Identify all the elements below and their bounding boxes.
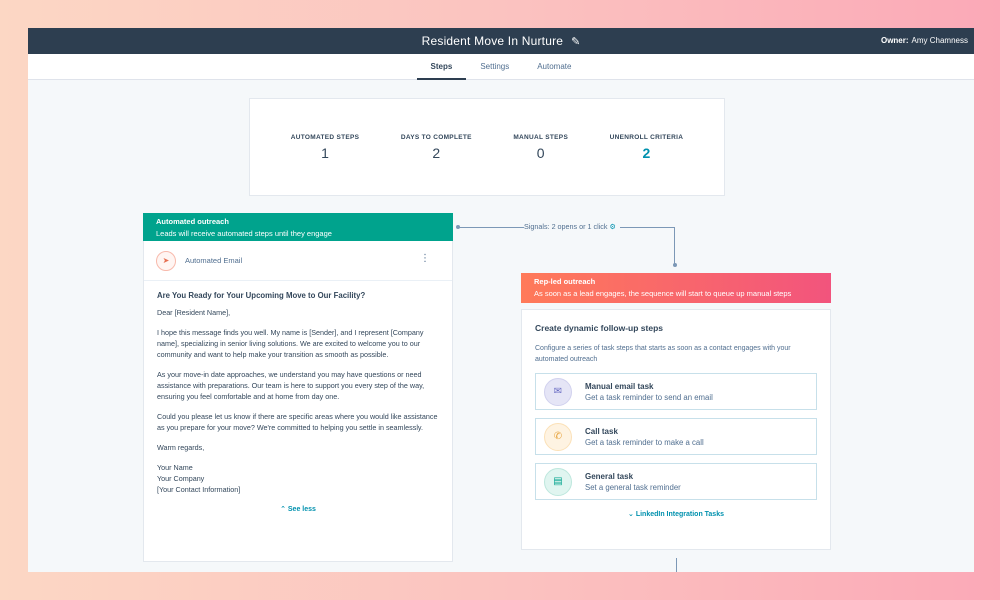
task-subtitle: Get a task reminder to make a call <box>585 437 704 447</box>
email-icon: ✉ <box>544 377 572 406</box>
connector-line <box>676 558 677 572</box>
signals-text: Signals: 2 opens or 1 click <box>524 222 608 231</box>
tab-bar: Steps Settings Automate <box>28 54 974 80</box>
rep-led-outreach-header: Rep-led outreach As soon as a lead engag… <box>521 273 831 303</box>
task-subtitle: Get a task reminder to send an email <box>585 392 713 402</box>
linkedin-integration-tasks-toggle[interactable]: ⌄ LinkedIn Integration Tasks <box>535 510 817 518</box>
manual-email-task-option[interactable]: ✉ Manual email task Get a task reminder … <box>535 373 817 410</box>
stat-automated-steps: AUTOMATED STEPS 1 <box>291 134 360 161</box>
email-signature-line: [Your Contact Information] <box>157 485 241 494</box>
email-signature-line: Your Company <box>157 474 205 483</box>
see-less-button[interactable]: ⌃ See less <box>157 504 439 515</box>
connector-line <box>674 227 675 265</box>
task-title: General task <box>585 471 634 481</box>
email-paragraph: Could you please let us know if there ar… <box>157 412 438 432</box>
gear-icon[interactable]: ⚙ <box>610 222 616 231</box>
chevron-up-icon: ⌃ <box>280 506 286 513</box>
connector-line <box>458 227 524 228</box>
call-task-option[interactable]: ✆ Call task Get a task reminder to make … <box>535 418 817 455</box>
top-bar: Resident Move In Nurture ✎ Owner: Amy Cha… <box>28 28 974 54</box>
email-signature-line: Your Name <box>157 463 193 472</box>
automated-outreach-title: Automated outreach <box>156 217 229 226</box>
sequence-title: Resident Move In Nurture <box>421 34 564 48</box>
owner-label: Owner: <box>880 36 909 45</box>
automated-outreach-subtitle: Leads will receive automated steps until… <box>156 229 332 238</box>
rep-led-subtitle: As soon as a lead engages, the sequence … <box>534 289 792 298</box>
stat-manual-steps: MANUAL STEPS 0 <box>513 134 568 161</box>
email-step-header: ➤ Automated Email ⋮ <box>144 241 452 281</box>
rep-led-title: Rep-led outreach <box>534 277 596 286</box>
email-body: Are You Ready for Your Upcoming Move to … <box>144 281 452 515</box>
stats-panel: AUTOMATED STEPS 1 DAYS TO COMPLETE 2 MAN… <box>249 98 725 196</box>
unenroll-criteria-link[interactable]: 2 <box>610 145 684 161</box>
task-subtitle: Set a general task reminder <box>585 482 681 492</box>
stat-value: 2 <box>432 144 441 161</box>
email-step-name: Automated Email <box>185 256 243 265</box>
automated-email-card: ➤ Automated Email ⋮ Are You Ready for Yo… <box>143 241 453 562</box>
chevron-down-icon: ⌄ <box>628 511 634 518</box>
email-subject: Are You Ready for Your Upcoming Move to … <box>157 291 366 300</box>
tab-automate[interactable]: Automate <box>523 62 585 79</box>
edit-pencil-icon[interactable]: ✎ <box>571 35 580 48</box>
tab-settings[interactable]: Settings <box>466 62 523 79</box>
more-options-icon[interactable]: ⋮ <box>420 254 430 264</box>
see-less-label: See less <box>287 506 316 513</box>
paper-plane-icon: ➤ <box>156 250 176 271</box>
tab-steps[interactable]: Steps <box>416 62 467 80</box>
owner-info: Owner: Amy Chamness <box>881 36 968 45</box>
connector-line <box>620 227 674 228</box>
connector-dot <box>673 263 677 267</box>
task-title: Call task <box>585 426 618 436</box>
linkedin-label: LinkedIn Integration Tasks <box>635 511 724 518</box>
follow-up-title: Create dynamic follow-up steps <box>535 323 663 333</box>
stat-label: DAYS TO COMPLETE <box>400 133 472 141</box>
stat-label: UNENROLL CRITERIA <box>609 133 684 141</box>
email-paragraph: As your move-in date approaches, we unde… <box>157 370 425 401</box>
stat-value: 1 <box>321 144 329 161</box>
stat-value: 0 <box>536 144 545 161</box>
general-task-option[interactable]: ▤ General task Set a general task remind… <box>535 463 817 500</box>
stat-unenroll-criteria: UNENROLL CRITERIA 2 <box>610 134 684 161</box>
follow-up-description: Configure a series of task steps that st… <box>535 345 791 363</box>
stat-label: AUTOMATED STEPS <box>290 133 360 141</box>
follow-up-steps-card: Create dynamic follow-up steps Configure… <box>521 309 831 550</box>
task-list-icon: ▤ <box>544 467 572 496</box>
stat-label: MANUAL STEPS <box>513 133 569 141</box>
app-window: Resident Move In Nurture ✎ Owner: Amy Cha… <box>28 28 974 572</box>
email-greeting: Dear [Resident Name], <box>157 308 231 317</box>
email-closing: Warm regards, <box>157 443 205 452</box>
signals-label: Signals: 2 opens or 1 click ⚙ <box>524 222 616 231</box>
owner-name: Amy Chamness <box>911 36 968 45</box>
phone-icon: ✆ <box>544 422 572 451</box>
stat-days-to-complete: DAYS TO COMPLETE 2 <box>401 134 472 161</box>
task-title: Manual email task <box>585 381 654 391</box>
email-paragraph: I hope this message finds you well. My n… <box>157 328 424 359</box>
automated-outreach-header: Automated outreach Leads will receive au… <box>143 213 453 241</box>
